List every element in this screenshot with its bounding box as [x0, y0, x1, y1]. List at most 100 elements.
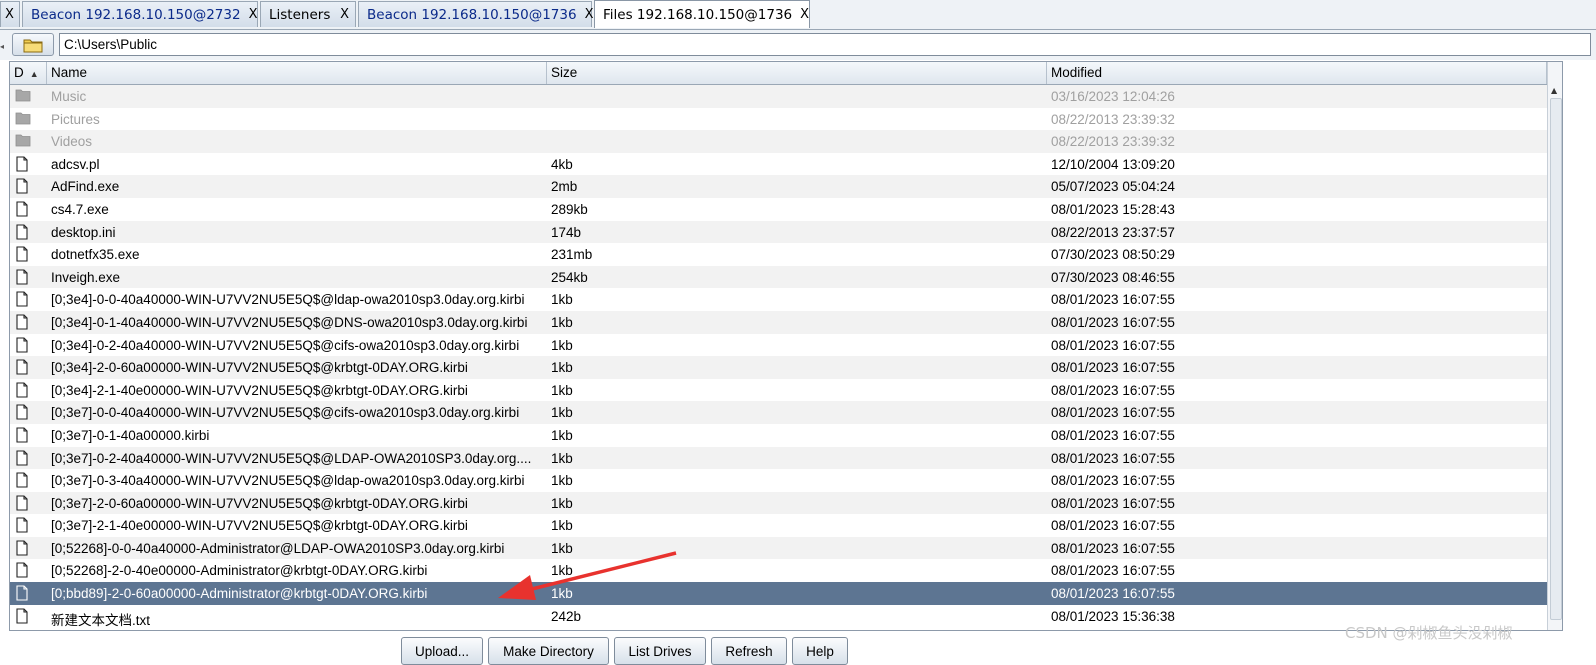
row-size: 174b [551, 224, 582, 240]
row-name: [0;bbd89]-2-0-60a00000-Administrator@krb… [51, 586, 428, 602]
row-size: 1kb [551, 427, 573, 443]
scrollbar-thumb[interactable] [1550, 98, 1562, 620]
file-row[interactable]: [0;52268]-0-0-40a40000-Administrator@LDA… [10, 536, 1547, 560]
row-size: 1kb [551, 495, 573, 511]
folder-row[interactable]: Pictures 08/22/2013 23:39:32 [10, 108, 1547, 131]
row-modified: 07/30/2023 08:46:55 [1051, 269, 1175, 285]
tab-close-icon[interactable]: X [585, 7, 594, 22]
row-size: 1kb [551, 473, 573, 489]
row-modified: 08/01/2023 16:07:55 [1051, 382, 1175, 398]
row-name: cs4.7.exe [51, 201, 109, 217]
list-drives-button[interactable]: List Drives [614, 637, 706, 665]
file-row[interactable]: cs4.7.exe 289kb 08/01/2023 15:28:43 [10, 198, 1547, 221]
row-name: Videos [51, 134, 93, 150]
file-row[interactable]: [0;3e4]-0-1-40a40000-WIN-U7VV2NU5E5Q$@DN… [10, 310, 1547, 334]
file-icon [15, 291, 29, 310]
path-bar [0, 30, 1596, 60]
row-size: 231mb [551, 247, 593, 263]
help-button[interactable]: Help [792, 637, 848, 665]
file-row[interactable]: [0;3e7]-2-0-60a00000-WIN-U7VV2NU5E5Q$@kr… [10, 491, 1547, 515]
row-modified: 03/16/2023 12:04:26 [1051, 89, 1175, 104]
row-name: [0;3e4]-2-0-60a00000-WIN-U7VV2NU5E5Q$@kr… [51, 360, 468, 376]
file-row[interactable]: [0;3e4]-2-1-40e00000-WIN-U7VV2NU5E5Q$@kr… [10, 379, 1547, 402]
tab-close-icon[interactable]: X [249, 7, 258, 22]
make-directory-button[interactable]: Make Directory [488, 637, 609, 665]
row-name: [0;52268]-2-0-40e00000-Administrator@krb… [51, 563, 428, 579]
column-header-d[interactable]: D ▲ [10, 62, 47, 84]
row-size: 242b [551, 608, 582, 624]
file-row[interactable]: dotnetfx35.exe 231mb 07/30/2023 08:50:29 [10, 243, 1547, 266]
row-modified: 08/01/2023 16:07:55 [1051, 563, 1175, 579]
file-row[interactable]: 新建文本文档.txt 242b 08/01/2023 15:36:38 [10, 605, 1547, 628]
row-size: 1kb [551, 405, 573, 421]
row-modified: 08/01/2023 16:07:55 [1051, 314, 1175, 330]
file-icon [15, 427, 29, 446]
file-row[interactable]: Inveigh.exe 254kb 07/30/2023 08:46:55 [10, 265, 1547, 289]
tab-partial[interactable]: X [0, 1, 20, 27]
browse-folder-button[interactable] [12, 33, 54, 56]
upload-button[interactable]: Upload... [401, 637, 483, 665]
tab-beacon-2732[interactable]: Beacon 192.168.10.150@2732 X [22, 1, 258, 27]
file-icon [15, 562, 29, 581]
row-name: [0;3e7]-2-1-40e00000-WIN-U7VV2NU5E5Q$@kr… [51, 518, 468, 534]
vertical-scrollbar[interactable]: ▲ [1547, 62, 1562, 630]
tab-close-icon[interactable]: X [800, 7, 809, 22]
row-size: 1kb [551, 586, 573, 602]
file-row[interactable]: [0;3e7]-2-1-40e00000-WIN-U7VV2NU5E5Q$@kr… [10, 514, 1547, 537]
tab-close-icon[interactable]: X [340, 7, 349, 22]
file-row[interactable]: [0;52268]-2-0-40e00000-Administrator@krb… [10, 559, 1547, 582]
file-row[interactable]: [0;3e7]-0-2-40a40000-WIN-U7VV2NU5E5Q$@LD… [10, 446, 1547, 470]
file-row[interactable]: [0;3e4]-0-2-40a40000-WIN-U7VV2NU5E5Q$@ci… [10, 334, 1547, 357]
file-icon [15, 608, 29, 627]
file-icon [15, 404, 29, 423]
file-icon [15, 336, 29, 356]
row-modified: 08/01/2023 16:07:55 [1051, 586, 1175, 602]
row-name: Music [51, 89, 87, 104]
file-icon [15, 472, 29, 491]
row-size: 1kb [551, 382, 573, 398]
row-size: 1kb [551, 314, 573, 330]
watermark: CSDN @剁椒鱼头没剁椒 [1345, 624, 1513, 642]
file-icon [15, 224, 29, 243]
file-row[interactable]: [0;3e7]-0-1-40a00000.kirbi 1kb 08/01/2023 … [10, 424, 1547, 447]
sort-ascending-icon: ▲ [29, 69, 39, 79]
tab-files-1736[interactable]: Files 192.168.10.150@1736 X [594, 0, 810, 28]
row-name: AdFind.exe [51, 179, 120, 195]
tab-close-icon[interactable]: X [5, 7, 14, 22]
column-header-name[interactable]: Name [47, 62, 547, 84]
file-icon [15, 178, 29, 197]
column-label: Size [551, 65, 578, 80]
row-name: Inveigh.exe [51, 269, 121, 285]
column-label: Name [51, 65, 88, 80]
row-modified: 08/01/2023 16:07:55 [1051, 495, 1175, 511]
row-size: 2mb [551, 179, 578, 195]
row-size: 1kb [551, 450, 573, 466]
row-size: 289kb [551, 201, 588, 217]
column-header-size[interactable]: Size [547, 62, 1047, 84]
file-icon [15, 201, 29, 220]
file-row[interactable]: AdFind.exe 2mb 05/07/2023 05:04:24 [10, 175, 1547, 198]
file-row[interactable]: [0;3e7]-0-0-40a40000-WIN-U7VV2NU5E5Q$@ci… [10, 401, 1547, 424]
file-row[interactable]: [0;3e4]-2-0-60a00000-WIN-U7VV2NU5E5Q$@kr… [10, 356, 1547, 379]
tab-beacon-1736[interactable]: Beacon 192.168.10.150@1736 X [358, 1, 594, 27]
file-row[interactable]: [0;3e7]-0-3-40a40000-WIN-U7VV2NU5E5Q$@ld… [10, 469, 1547, 492]
file-row[interactable]: [0;bbd89]-2-0-60a00000-Administrator@krb… [10, 582, 1547, 605]
file-row[interactable]: [0;3e4]-0-0-40a40000-WIN-U7VV2NU5E5Q$@ld… [10, 288, 1547, 311]
file-row[interactable]: adcsv.pl 4kb 12/10/2004 13:09:20 [10, 153, 1547, 176]
column-header-modified[interactable]: Modified [1047, 62, 1547, 84]
folder-row[interactable]: Videos 08/22/2013 23:39:32 [10, 130, 1547, 153]
file-row[interactable]: desktop.ini 174b 08/22/2013 23:37:57 [10, 220, 1547, 244]
refresh-button[interactable]: Refresh [711, 637, 787, 665]
path-input[interactable] [59, 33, 1591, 56]
row-name: [0;3e4]-0-1-40a40000-WIN-U7VV2NU5E5Q$@DN… [51, 314, 528, 330]
scroll-up-icon[interactable]: ▲ [1551, 86, 1557, 95]
tab-listeners[interactable]: Listeners X [260, 1, 356, 27]
file-icon [15, 314, 29, 333]
row-size: 1kb [551, 292, 573, 308]
collapse-arrow-icon[interactable]: ◂ [0, 42, 4, 51]
tab-label: Listeners [269, 6, 331, 23]
row-name: [0;3e7]-0-2-40a40000-WIN-U7VV2NU5E5Q$@LD… [51, 450, 532, 466]
row-modified: 08/01/2023 16:07:55 [1051, 292, 1175, 308]
folder-row[interactable]: Music 03/16/2023 12:04:26 [10, 85, 1547, 108]
row-modified: 08/01/2023 15:36:38 [1051, 608, 1175, 624]
